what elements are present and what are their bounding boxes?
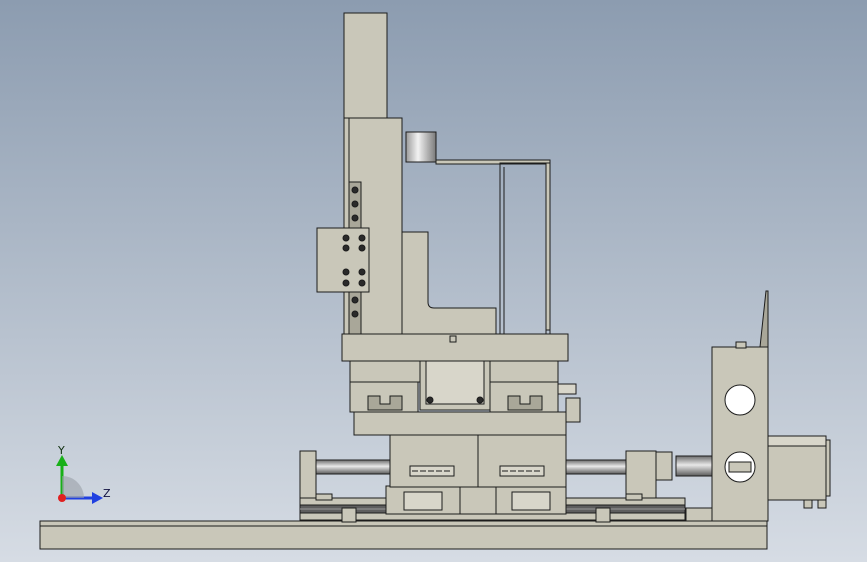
column-top-cover[interactable] — [343, 12, 388, 119]
plate-bolt-2 — [358, 234, 366, 242]
end-block-left[interactable] — [299, 450, 317, 499]
plate-bolt-5 — [342, 268, 350, 276]
top-plate-nub — [449, 335, 457, 343]
middle-plate[interactable] — [353, 411, 567, 436]
plate-bolt-6 — [358, 268, 366, 276]
motor-foot-2 — [817, 499, 827, 509]
middle-plate-clip — [565, 397, 581, 423]
plate-bolt-3 — [342, 244, 350, 252]
motor-foot-1 — [803, 499, 813, 509]
screw-nut — [655, 451, 673, 481]
sensor-cylinder[interactable] — [405, 131, 437, 163]
base-plate[interactable] — [39, 520, 768, 550]
end-block-right[interactable] — [625, 450, 657, 499]
carriage-center[interactable] — [459, 485, 497, 515]
mount-hole-upper[interactable] — [724, 384, 756, 416]
rail-clamp-right — [625, 493, 643, 501]
rail-foot-left — [341, 507, 357, 523]
top-plate-lower — [349, 360, 421, 383]
slot-bolt-2 — [351, 200, 359, 208]
servo-motor-cap — [825, 439, 831, 497]
slot-bolt-4 — [351, 296, 359, 304]
screw-coupling[interactable] — [675, 455, 713, 477]
y-axis-label: Y — [57, 444, 65, 457]
cad-viewport[interactable]: Y Z — [0, 0, 867, 562]
slot-bolt-1 — [351, 186, 359, 194]
rail-clamp-left — [315, 493, 333, 501]
cad-assembly-drawing[interactable]: Y Z — [0, 0, 867, 562]
plate-bolt-8 — [358, 279, 366, 287]
x-axis-dot — [58, 494, 66, 502]
carriage-right-inner — [511, 491, 551, 511]
servo-motor-flange — [767, 435, 827, 447]
motor-bolt-br — [476, 396, 484, 404]
slot-bolt-5 — [351, 310, 359, 318]
carriage-left-inner — [403, 491, 443, 511]
motor-bolt-bl — [426, 396, 434, 404]
top-plate-lower-right — [489, 360, 559, 383]
plate-bolt-1 — [342, 234, 350, 242]
side-bracket — [557, 383, 577, 395]
motor-mount-bracket[interactable] — [711, 346, 769, 522]
mount-hole-slot — [728, 461, 752, 473]
plate-bolt-4 — [358, 244, 366, 252]
rail-foot-right — [595, 507, 611, 523]
motor-mount-top — [735, 341, 747, 349]
slot-bolt-3 — [351, 214, 359, 222]
plate-bolt-7 — [342, 279, 350, 287]
z-axis-label: Z — [103, 487, 111, 500]
bracket-foot — [685, 507, 713, 522]
